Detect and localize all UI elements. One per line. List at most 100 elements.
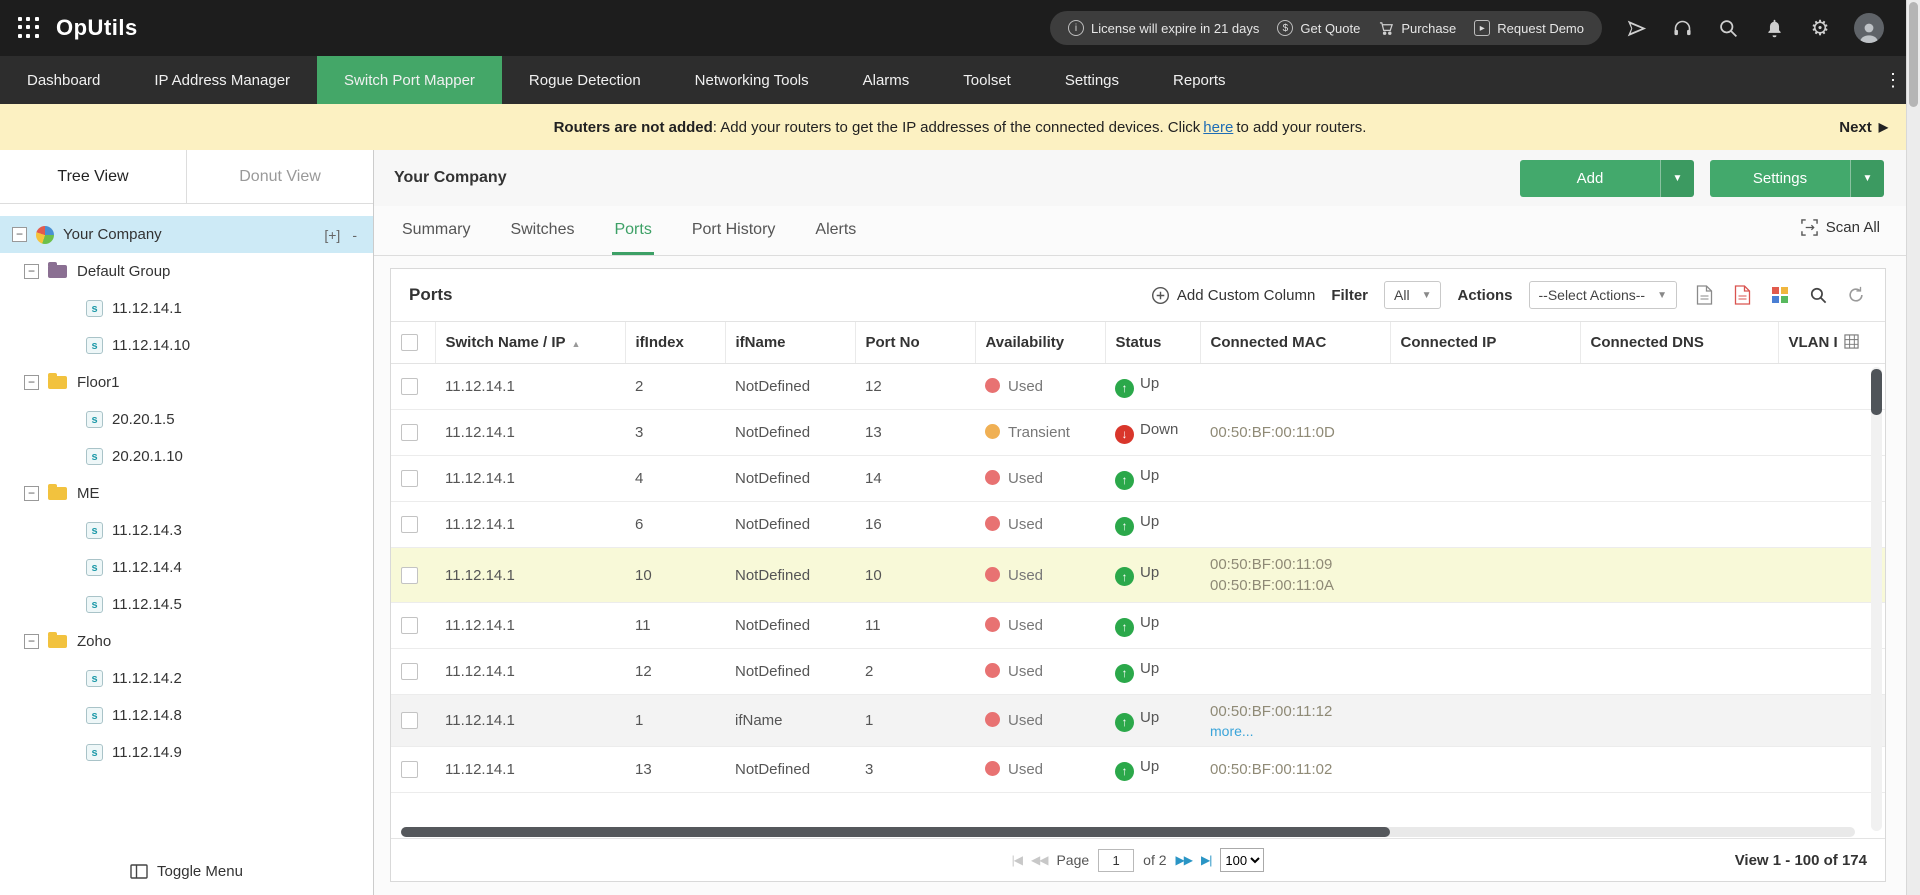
search-icon[interactable] [1716, 16, 1740, 40]
tree-root-your-company[interactable]: − Your Company [+] - [0, 216, 373, 253]
nav-item-switch-port-mapper[interactable]: Switch Port Mapper [317, 56, 502, 104]
scan-all-button[interactable]: Scan All [1801, 219, 1880, 236]
collapse-toggle-icon[interactable]: − [24, 375, 39, 390]
page-number-input[interactable] [1098, 849, 1134, 872]
port-row[interactable]: 11.12.14.110NotDefined10Used↑Up00:50:BF:… [391, 548, 1885, 603]
row-checkbox[interactable] [401, 617, 418, 634]
actions-dropdown[interactable]: --Select Actions-- ▼ [1529, 281, 1678, 309]
settings-button[interactable]: Settings ▼ [1710, 160, 1884, 197]
support-headset-icon[interactable] [1670, 16, 1694, 40]
column-chooser-icon[interactable] [1769, 284, 1791, 306]
pager-last-icon[interactable]: ▶| [1201, 853, 1211, 867]
table-settings-grid-icon[interactable] [1844, 334, 1859, 349]
row-checkbox[interactable] [401, 712, 418, 729]
settings-gear-icon[interactable]: ⚙ [1808, 16, 1832, 40]
filter-dropdown[interactable]: All ▼ [1384, 281, 1441, 309]
tab-ports[interactable]: Ports [612, 221, 653, 255]
user-avatar[interactable] [1854, 13, 1884, 43]
tab-tree-view[interactable]: Tree View [0, 150, 186, 203]
tree-node-11-12-14-9[interactable]: s11.12.14.9 [0, 734, 373, 771]
tree-group-floor1[interactable]: −Floor1 [0, 364, 373, 401]
port-row[interactable]: 11.12.14.12NotDefined12Used↑Up [391, 364, 1885, 410]
tree-node-11-12-14-2[interactable]: s11.12.14.2 [0, 660, 373, 697]
sort-asc-icon[interactable]: ▲ [572, 339, 581, 349]
tree-group-me[interactable]: −ME [0, 475, 373, 512]
pager-first-icon[interactable]: |◀ [1012, 853, 1022, 867]
settings-dropdown-caret-icon[interactable]: ▼ [1850, 160, 1884, 197]
add-custom-column-button[interactable]: Add Custom Column [1151, 286, 1315, 305]
port-row[interactable]: 11.12.14.112NotDefined2Used↑Up [391, 649, 1885, 695]
nav-item-ip-address-manager[interactable]: IP Address Manager [127, 56, 317, 104]
column-header-switch-name-ip[interactable]: Switch Name / IP▲ [435, 322, 625, 364]
column-header-vlan-i[interactable]: VLAN I [1778, 322, 1885, 364]
notifications-bell-icon[interactable] [1762, 16, 1786, 40]
collapse-toggle-icon[interactable]: − [24, 486, 39, 501]
tree-node-11-12-14-1[interactable]: s11.12.14.1 [0, 290, 373, 327]
port-row[interactable]: 11.12.14.11ifName1Used↑Up00:50:BF:00:11:… [391, 695, 1885, 747]
export-csv-icon[interactable] [1693, 284, 1715, 306]
request-demo-link[interactable]: ▸ Request Demo [1474, 20, 1584, 36]
port-row[interactable]: 11.12.14.113NotDefined3Used↑Up00:50:BF:0… [391, 747, 1885, 793]
page-size-select[interactable]: 100 [1220, 848, 1264, 872]
tree-node-20-20-1-10[interactable]: s20.20.1.10 [0, 438, 373, 475]
add-dropdown-caret-icon[interactable]: ▼ [1660, 160, 1694, 197]
collapse-all-control[interactable]: - [352, 227, 357, 243]
column-header-ifname[interactable]: ifName [725, 322, 855, 364]
table-search-icon[interactable] [1807, 284, 1829, 306]
row-checkbox[interactable] [401, 663, 418, 680]
toggle-menu-button[interactable]: Toggle Menu [0, 847, 373, 895]
pager-prev-icon[interactable]: ◀◀ [1031, 853, 1047, 867]
nav-item-rogue-detection[interactable]: Rogue Detection [502, 56, 668, 104]
collapse-toggle-icon[interactable]: − [24, 264, 39, 279]
row-checkbox[interactable] [401, 470, 418, 487]
nav-item-settings[interactable]: Settings [1038, 56, 1146, 104]
row-checkbox[interactable] [401, 424, 418, 441]
column-header-connected-dns[interactable]: Connected DNS [1580, 322, 1778, 364]
nav-item-dashboard[interactable]: Dashboard [0, 56, 127, 104]
refresh-icon[interactable] [1845, 284, 1867, 306]
column-header-connected-mac[interactable]: Connected MAC [1200, 322, 1390, 364]
pager-next-icon[interactable]: ▶▶ [1176, 853, 1192, 867]
row-checkbox[interactable] [401, 378, 418, 395]
window-scroll-thumb[interactable] [1909, 2, 1918, 107]
table-horizontal-scrollbar[interactable] [401, 827, 1855, 837]
expand-all-control[interactable]: [+] [324, 227, 340, 243]
nav-item-networking-tools[interactable]: Networking Tools [668, 56, 836, 104]
tab-summary[interactable]: Summary [400, 221, 472, 255]
nav-item-toolset[interactable]: Toolset [936, 56, 1038, 104]
tree-node-11-12-14-3[interactable]: s11.12.14.3 [0, 512, 373, 549]
more-link[interactable]: more... [1210, 723, 1254, 739]
tree-group-zoho[interactable]: −Zoho [0, 623, 373, 660]
select-all-checkbox[interactable] [401, 334, 418, 351]
column-header-ifindex[interactable]: ifIndex [625, 322, 725, 364]
purchase-link[interactable]: Purchase [1378, 20, 1456, 36]
column-header-connected-ip[interactable]: Connected IP [1390, 322, 1580, 364]
nav-item-reports[interactable]: Reports [1146, 56, 1253, 104]
tree-group-default-group[interactable]: −Default Group [0, 253, 373, 290]
row-checkbox[interactable] [401, 567, 418, 584]
add-button[interactable]: Add ▼ [1520, 160, 1694, 197]
horizontal-scroll-thumb[interactable] [401, 827, 1390, 837]
tree-node-11-12-14-4[interactable]: s11.12.14.4 [0, 549, 373, 586]
table-vertical-scrollbar[interactable] [1871, 367, 1882, 831]
column-header-port-no[interactable]: Port No [855, 322, 975, 364]
tree-node-20-20-1-5[interactable]: s20.20.1.5 [0, 401, 373, 438]
collapse-toggle-icon[interactable]: − [12, 227, 27, 242]
tab-alerts[interactable]: Alerts [813, 221, 858, 255]
column-header-status[interactable]: Status [1105, 322, 1200, 364]
tab-port-history[interactable]: Port History [690, 221, 778, 255]
apps-grid-icon[interactable] [18, 17, 40, 39]
port-row[interactable]: 11.12.14.13NotDefined13Transient↓Down00:… [391, 410, 1885, 456]
add-routers-here-link[interactable]: here [1203, 119, 1233, 136]
banner-next-button[interactable]: Next ▶ [1839, 119, 1888, 136]
tab-switches[interactable]: Switches [508, 221, 576, 255]
window-scrollbar[interactable] [1906, 0, 1920, 895]
column-header-availability[interactable]: Availability [975, 322, 1105, 364]
export-pdf-icon[interactable] [1731, 284, 1753, 306]
send-feedback-icon[interactable] [1624, 16, 1648, 40]
vertical-scroll-thumb[interactable] [1871, 369, 1882, 415]
port-row[interactable]: 11.12.14.111NotDefined11Used↑Up [391, 603, 1885, 649]
nav-item-alarms[interactable]: Alarms [836, 56, 937, 104]
tree-node-11-12-14-10[interactable]: s11.12.14.10 [0, 327, 373, 364]
get-quote-link[interactable]: $ Get Quote [1277, 20, 1360, 36]
